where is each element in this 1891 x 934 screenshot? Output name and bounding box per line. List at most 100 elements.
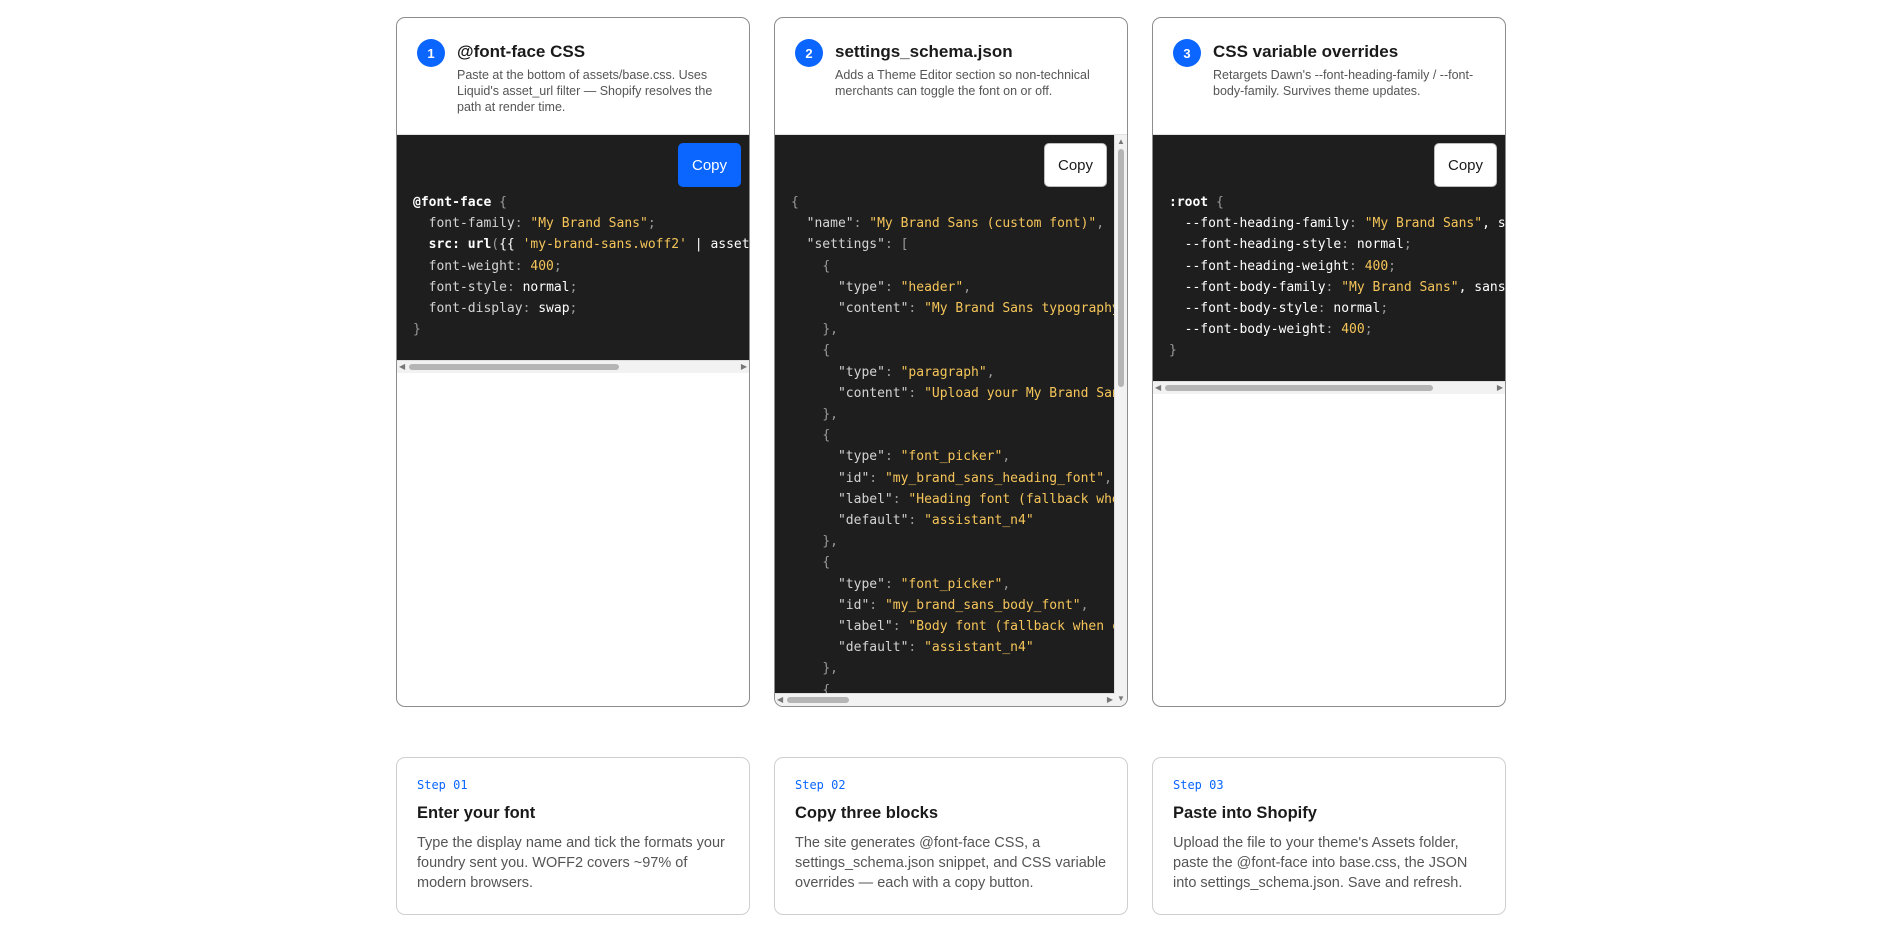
code-token: "label": [837, 619, 893, 635]
scroll-right-icon[interactable]: ▶: [1497, 382, 1503, 394]
css-code: @font-face { font-family: "My Brand Sans…: [413, 195, 749, 338]
code-token: "header": [900, 279, 964, 295]
code-token: normal: [1356, 237, 1404, 253]
scroll-left-icon[interactable]: ◀: [1155, 382, 1161, 394]
code-token: "My Brand Sans (custom font)": [869, 216, 1097, 232]
scroll-right-icon[interactable]: ▶: [1107, 694, 1113, 706]
step-tag: Step 03: [1173, 778, 1224, 792]
code-token: "font_picker": [900, 449, 1003, 465]
code-token: @font-face: [413, 195, 492, 210]
code-token: "label": [837, 491, 893, 507]
scrollbar-thumb[interactable]: [409, 364, 619, 370]
copy-button[interactable]: Copy: [1044, 143, 1107, 187]
code-token: "name": [806, 216, 854, 232]
css-vars-code: :root { --font-heading-family: "My Brand…: [1169, 195, 1505, 359]
settings-schema-card: 2 settings_schema.json Adds a Theme Edit…: [774, 17, 1128, 707]
code-token: --font-body-weight: [1184, 322, 1326, 338]
code-token: "my_brand_sans_body_font": [884, 597, 1081, 613]
code-token: 400: [1341, 322, 1365, 338]
code-token: src: url: [428, 237, 492, 253]
code-token: --font-body-family: [1184, 279, 1326, 295]
copy-button[interactable]: Copy: [678, 143, 741, 187]
code-token: --font-heading-weight: [1184, 258, 1350, 274]
card-description: Adds a Theme Editor section so non-techn…: [835, 68, 1090, 98]
code-block[interactable]: Copy { "name": "My Brand Sans (custom fo…: [775, 135, 1115, 694]
code-token: | asset: [686, 237, 749, 253]
step-text: Type the display name and tick the forma…: [417, 835, 725, 891]
code-token: --font-heading-style: [1184, 237, 1342, 253]
scroll-down-icon[interactable]: ▼: [1117, 694, 1125, 704]
scrollbar-thumb[interactable]: [1165, 385, 1433, 391]
code-token: "assistant_n4": [924, 640, 1034, 656]
code-block[interactable]: Copy :root { --font-heading-family: "My …: [1153, 135, 1505, 381]
code-token: "font_picker": [900, 576, 1003, 592]
scroll-up-icon[interactable]: ▲: [1117, 137, 1125, 147]
horizontal-scrollbar[interactable]: ◀ ▶: [775, 693, 1115, 706]
code-token: "content": [837, 301, 909, 317]
code-token: normal: [522, 279, 570, 295]
step-text: The site generates @font-face CSS, a set…: [795, 835, 1107, 891]
scrollbar-thumb[interactable]: [1118, 149, 1124, 387]
copy-button[interactable]: Copy: [1434, 143, 1497, 187]
code-token: "default": [837, 640, 909, 656]
font-face-css-card: 1 @font-face CSS Paste at the bottom of …: [396, 17, 750, 707]
code-token: font-display: [428, 301, 523, 317]
code-token: :root: [1169, 195, 1209, 210]
code-token: "id": [837, 597, 870, 613]
step-number-badge: 3: [1173, 39, 1201, 67]
scroll-right-icon[interactable]: ▶: [741, 361, 747, 373]
step-card: Step 02 Copy three blocks The site gener…: [774, 757, 1128, 915]
code-token: "Body font (fallback when c: [908, 619, 1115, 635]
code-token: font-family: [428, 216, 515, 232]
code-token: "my_brand_sans_heading_font": [884, 470, 1105, 486]
scroll-left-icon[interactable]: ◀: [777, 694, 783, 706]
code-token: "type": [837, 576, 885, 592]
code-token: "id": [837, 470, 870, 486]
card-header: 3 CSS variable overrides Retargets Dawn'…: [1153, 18, 1505, 135]
code-token: font-weight: [428, 258, 515, 274]
step-tag: Step 01: [417, 778, 468, 792]
css-variable-overrides-card: 3 CSS variable overrides Retargets Dawn'…: [1152, 17, 1506, 707]
card-title: @font-face CSS: [457, 42, 586, 61]
step-number-badge: 2: [795, 39, 823, 67]
code-token: "Upload your My Brand San: [924, 385, 1115, 401]
step-title: Copy three blocks: [795, 804, 939, 822]
code-token: "Heading font (fallback whe: [908, 491, 1115, 507]
scroll-left-icon[interactable]: ◀: [399, 361, 405, 373]
code-token: "My Brand Sans": [1341, 279, 1459, 295]
code-token: font-style: [428, 279, 507, 295]
code-token: "paragraph": [900, 364, 987, 380]
code-token: "assistant_n4": [924, 513, 1034, 529]
code-token: normal: [1333, 301, 1381, 317]
code-token: 400: [1364, 258, 1389, 274]
step-title: Paste into Shopify: [1173, 804, 1317, 822]
step-number-badge: 1: [417, 39, 445, 67]
step-card: Step 01 Enter your font Type the display…: [396, 757, 750, 915]
code-token: 'my-brand-sans.woff2': [522, 237, 687, 253]
code-token: "type": [837, 279, 885, 295]
code-token: swap: [538, 301, 570, 317]
code-token: "type": [837, 449, 885, 465]
vertical-scrollbar[interactable]: ▲ ▼: [1114, 135, 1127, 706]
code-token: , sans: [1458, 279, 1505, 295]
step-title: Enter your font: [417, 804, 536, 822]
code-token: --font-body-style: [1184, 301, 1318, 317]
scrollbar-thumb[interactable]: [787, 697, 849, 703]
horizontal-scrollbar[interactable]: ◀ ▶: [1153, 381, 1505, 394]
code-token: "My Brand Sans": [1364, 216, 1483, 232]
card-title: CSS variable overrides: [1213, 42, 1399, 61]
card-description: Paste at the bottom of assets/base.css. …: [457, 68, 713, 114]
code-token: --font-heading-family: [1184, 216, 1350, 232]
horizontal-scrollbar[interactable]: ◀ ▶: [397, 360, 749, 373]
code-token: "settings": [806, 237, 885, 253]
code-token: "My Brand Sans": [530, 216, 648, 232]
step-card: Step 03 Paste into Shopify Upload the fi…: [1152, 757, 1506, 915]
code-token: "type": [837, 364, 885, 380]
card-description: Retargets Dawn's --font-heading-family /…: [1213, 68, 1474, 98]
step-text: Upload the file to your theme's Assets f…: [1173, 835, 1468, 891]
card-header: 1 @font-face CSS Paste at the bottom of …: [397, 18, 749, 135]
code-token: , s: [1482, 216, 1505, 232]
code-token: "default": [837, 513, 909, 529]
code-block[interactable]: Copy @font-face { font-family: "My Brand…: [397, 135, 749, 360]
card-title: settings_schema.json: [835, 42, 1013, 61]
